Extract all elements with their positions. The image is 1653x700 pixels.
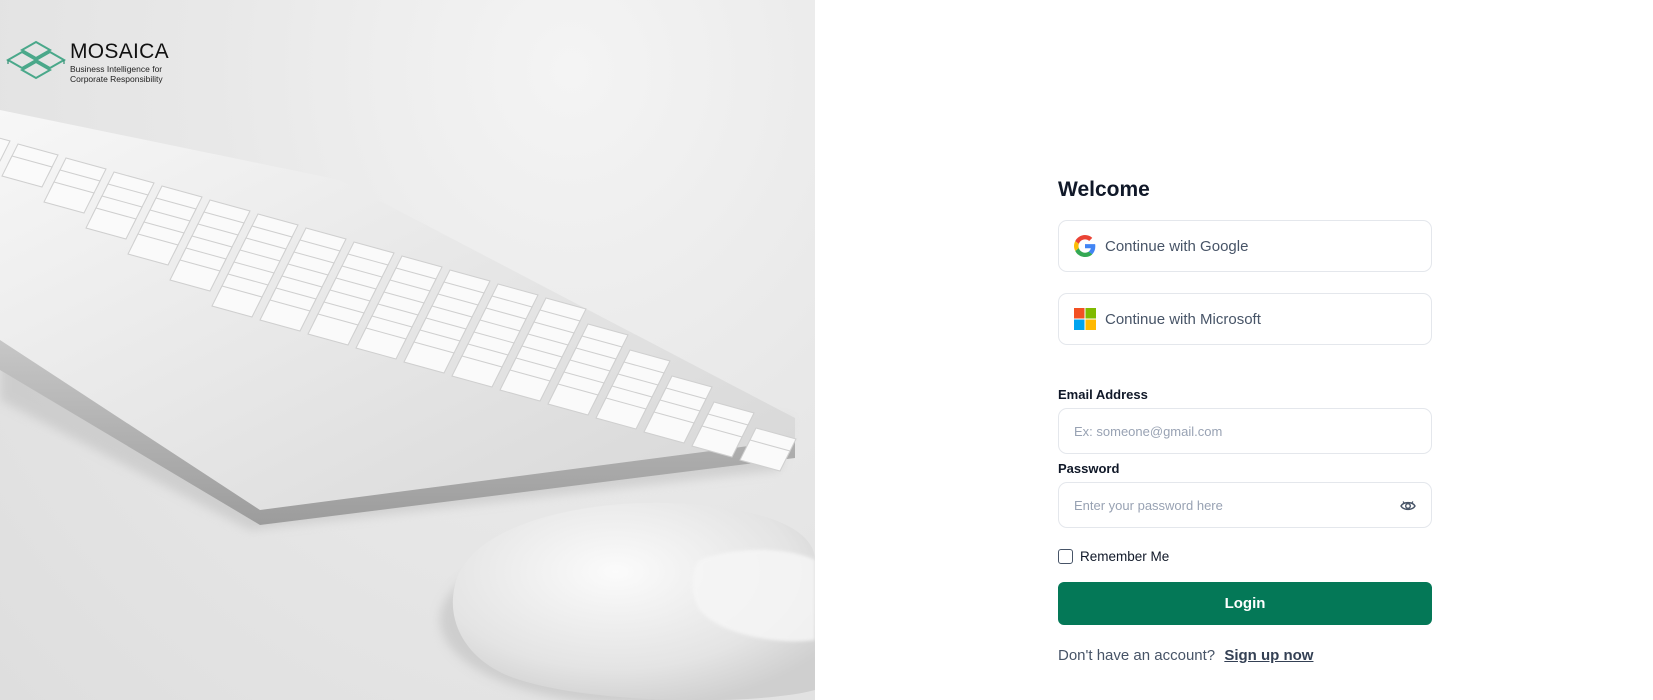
login-button[interactable]: Login <box>1058 582 1432 625</box>
microsoft-logo-icon <box>1074 308 1096 330</box>
email-field[interactable] <box>1059 409 1431 453</box>
brand-tagline-line2: Corporate Responsibility <box>70 74 163 84</box>
login-form: Welcome Continue with Google Continue wi… <box>1058 170 1432 664</box>
password-label: Password <box>1058 461 1120 476</box>
mosaica-logo-icon <box>6 40 67 80</box>
remember-me-row: Remember Me <box>1058 547 1432 565</box>
google-logo-icon <box>1074 235 1096 257</box>
password-field-container <box>1058 482 1432 528</box>
signup-link[interactable]: Sign up now <box>1224 647 1313 664</box>
hero-photo: MOSAICA Business Intelligence for Corpor… <box>0 0 815 700</box>
page-title: Welcome <box>1058 178 1150 201</box>
microsoft-signin-button[interactable]: Continue with Microsoft <box>1058 293 1432 345</box>
remember-me-checkbox[interactable] <box>1058 548 1073 564</box>
email-field-container <box>1058 408 1432 454</box>
google-signin-button[interactable]: Continue with Google <box>1058 220 1432 272</box>
eye-icon[interactable] <box>1399 497 1417 515</box>
email-label: Email Address <box>1058 387 1148 402</box>
password-field[interactable] <box>1059 483 1431 527</box>
keyboard-mouse-illustration <box>0 110 815 700</box>
brand-tagline-line1: Business Intelligence for <box>70 64 163 74</box>
microsoft-signin-label: Continue with Microsoft <box>1105 310 1261 328</box>
brand-name: MOSAICA <box>70 40 169 63</box>
signup-prompt-text: Don't have an account? <box>1058 647 1216 664</box>
google-signin-label: Continue with Google <box>1105 237 1249 255</box>
remember-me-label[interactable]: Remember Me <box>1080 549 1169 564</box>
signup-prompt-row: Don't have an account? Sign up now <box>1058 647 1432 664</box>
brand-logo: MOSAICA Business Intelligence for Corpor… <box>6 40 169 88</box>
